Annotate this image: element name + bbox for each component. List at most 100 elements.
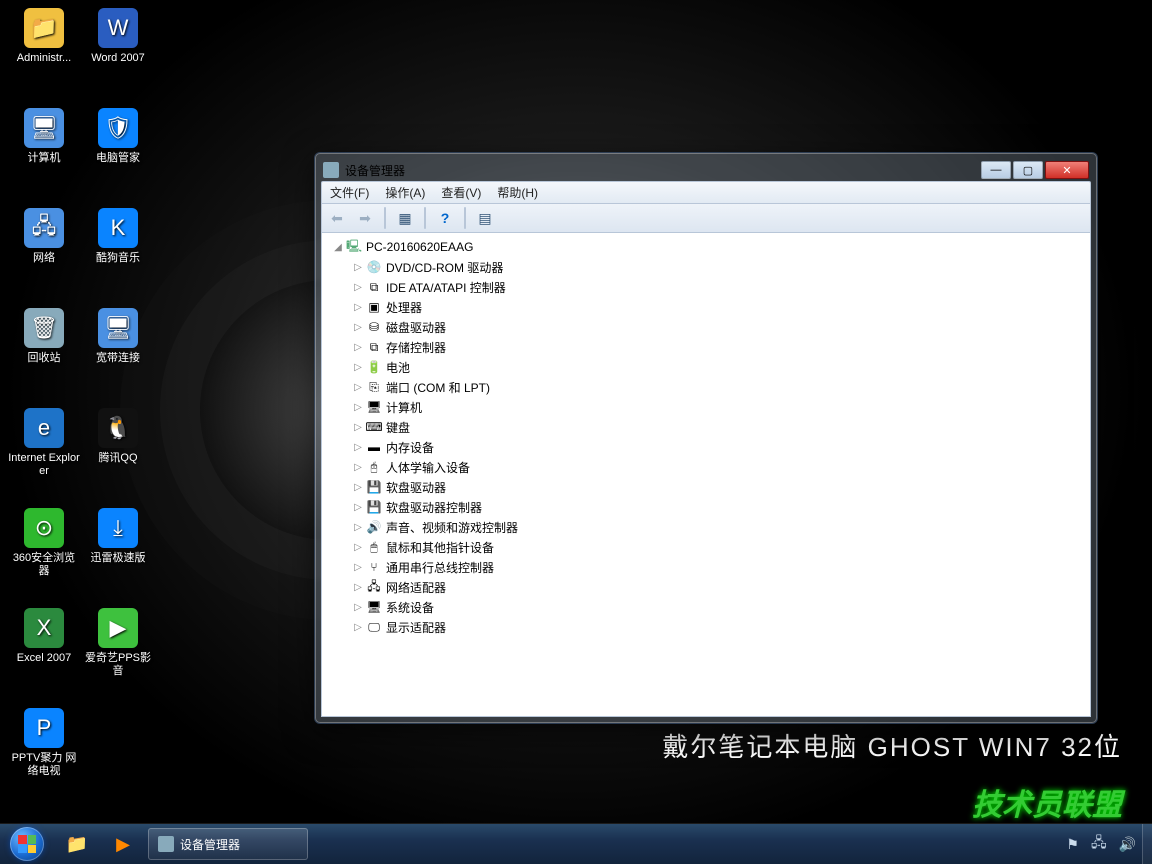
- icon-label: Excel 2007: [8, 652, 80, 665]
- tree-node-18[interactable]: ▷🖵显示适配器: [322, 617, 1090, 637]
- tree-node-11[interactable]: ▷💾软盘驱动器: [322, 477, 1090, 497]
- tree-node-13[interactable]: ▷🔊声音、视频和游戏控制器: [322, 517, 1090, 537]
- expand-icon[interactable]: ▷: [352, 282, 364, 293]
- device-icon: 🖧: [366, 579, 382, 595]
- close-button[interactable]: ✕: [1045, 161, 1089, 179]
- icon-label: Word 2007: [82, 52, 154, 65]
- expand-icon[interactable]: ▷: [352, 602, 364, 613]
- desktop-icon-thunder[interactable]: ⤓迅雷极速版: [82, 506, 154, 565]
- tree-node-8[interactable]: ▷⌨键盘: [322, 417, 1090, 437]
- desktop-icon-network[interactable]: 🖧 网络: [8, 206, 80, 265]
- desktop-icon-kugou[interactable]: K酷狗音乐: [82, 206, 154, 265]
- menu-item-1[interactable]: 操作(A): [377, 184, 433, 201]
- tree-node-0[interactable]: ▷💿DVD/CD-ROM 驱动器: [322, 257, 1090, 277]
- tree-node-4[interactable]: ▷⧉存储控制器: [322, 337, 1090, 357]
- expand-icon[interactable]: ▷: [352, 402, 364, 413]
- computer-icon: 🖥: [24, 108, 64, 148]
- pin-player[interactable]: ▶: [101, 828, 145, 860]
- tray-volume-icon[interactable]: 🔊: [1113, 836, 1142, 853]
- expand-icon[interactable]: ▷: [352, 562, 364, 573]
- menu-item-3[interactable]: 帮助(H): [489, 184, 546, 201]
- properties-button[interactable]: ▦: [394, 207, 416, 229]
- expand-icon[interactable]: ▷: [352, 622, 364, 633]
- desktop-icon-administrator[interactable]: 📁Administr...: [8, 6, 80, 65]
- expand-icon[interactable]: ▷: [352, 502, 364, 513]
- expand-icon[interactable]: ▷: [352, 342, 364, 353]
- expand-icon[interactable]: ▷: [352, 542, 364, 553]
- network-icon: 🖧: [24, 208, 64, 248]
- icon-label: 腾讯QQ: [82, 452, 154, 465]
- titlebar[interactable]: 设备管理器 — ▢ ✕: [321, 159, 1091, 181]
- icon-label: 迅雷极速版: [82, 552, 154, 565]
- node-label: 鼠标和其他指针设备: [386, 539, 494, 556]
- desktop-icon-word[interactable]: WWord 2007: [82, 6, 154, 65]
- menu-item-0[interactable]: 文件(F): [322, 184, 377, 201]
- node-label: 软盘驱动器控制器: [386, 499, 482, 516]
- show-desktop-button[interactable]: [1142, 824, 1152, 864]
- node-label: 网络适配器: [386, 579, 446, 596]
- pin-explorer[interactable]: 📁: [55, 828, 99, 860]
- desktop-icon-computer[interactable]: 🖥计算机: [8, 106, 80, 165]
- tree-node-9[interactable]: ▷▬内存设备: [322, 437, 1090, 457]
- tray-flag-icon[interactable]: ⚑: [1060, 836, 1085, 853]
- expand-icon[interactable]: ▷: [352, 382, 364, 393]
- node-label: 显示适配器: [386, 619, 446, 636]
- icon-label: Administr...: [8, 52, 80, 65]
- expand-icon[interactable]: ▷: [352, 522, 364, 533]
- desktop-icon-360se[interactable]: ⊙360安全浏览器: [8, 506, 80, 578]
- expand-icon[interactable]: ▷: [352, 582, 364, 593]
- tree-node-10[interactable]: ▷🖰人体学输入设备: [322, 457, 1090, 477]
- desktop-icon-iqiyi[interactable]: ▶爱奇艺PPS影音: [82, 606, 154, 678]
- expand-icon[interactable]: ▷: [352, 442, 364, 453]
- node-label: 声音、视频和游戏控制器: [386, 519, 518, 536]
- help-button[interactable]: ?: [434, 207, 456, 229]
- expand-icon[interactable]: ▷: [352, 302, 364, 313]
- tree-node-7[interactable]: ▷🖥计算机: [322, 397, 1090, 417]
- app-icon: [323, 162, 339, 178]
- desktop-icon-pptv[interactable]: PPPTV聚力 网络电视: [8, 706, 80, 778]
- computer-icon: 🖳: [346, 239, 362, 255]
- tree-root[interactable]: ◢🖳PC-20160620EAAG: [322, 237, 1090, 257]
- node-label: 人体学输入设备: [386, 459, 470, 476]
- expand-icon[interactable]: ▷: [352, 262, 364, 273]
- icon-label: 网络: [8, 252, 80, 265]
- scan-button[interactable]: ▤: [474, 207, 496, 229]
- tree-node-3[interactable]: ▷⛁磁盘驱动器: [322, 317, 1090, 337]
- recycle-icon: 🗑: [24, 308, 64, 348]
- icon-label: 宽带连接: [82, 352, 154, 365]
- tree-content[interactable]: ◢🖳PC-20160620EAAG▷💿DVD/CD-ROM 驱动器▷⧉IDE A…: [321, 233, 1091, 717]
- tree-node-6[interactable]: ▷⎘端口 (COM 和 LPT): [322, 377, 1090, 397]
- tree-node-16[interactable]: ▷🖧网络适配器: [322, 577, 1090, 597]
- device-icon: 🔊: [366, 519, 382, 535]
- expand-icon[interactable]: ▷: [352, 362, 364, 373]
- maximize-button[interactable]: ▢: [1013, 161, 1043, 179]
- tray-network-icon[interactable]: 🖧: [1085, 832, 1113, 856]
- desktop-icon-broadband[interactable]: 🖥宽带连接: [82, 306, 154, 365]
- desktop-icon-excel[interactable]: XExcel 2007: [8, 606, 80, 665]
- desktop-icon-ie[interactable]: eInternet Explorer: [8, 406, 80, 478]
- expand-icon[interactable]: ▷: [352, 322, 364, 333]
- start-button[interactable]: [0, 824, 54, 864]
- tree-node-5[interactable]: ▷🔋电池: [322, 357, 1090, 377]
- desktop-icon-qq[interactable]: 🐧腾讯QQ: [82, 406, 154, 465]
- menu-item-2[interactable]: 查看(V): [433, 184, 489, 201]
- device-icon: 🖵: [366, 619, 382, 635]
- tree-node-14[interactable]: ▷🖱鼠标和其他指针设备: [322, 537, 1090, 557]
- tree-node-1[interactable]: ▷⧉IDE ATA/ATAPI 控制器: [322, 277, 1090, 297]
- expand-icon[interactable]: ▷: [352, 462, 364, 473]
- expand-icon[interactable]: ▷: [352, 422, 364, 433]
- tree-node-17[interactable]: ▷🖥系统设备: [322, 597, 1090, 617]
- tree-node-2[interactable]: ▷▣处理器: [322, 297, 1090, 317]
- desktop-icon-pcmgr[interactable]: 🛡电脑管家: [82, 106, 154, 165]
- node-label: DVD/CD-ROM 驱动器: [386, 259, 503, 276]
- minimize-button[interactable]: —: [981, 161, 1011, 179]
- device-icon: ▬: [366, 439, 382, 455]
- tree-node-15[interactable]: ▷⑂通用串行总线控制器: [322, 557, 1090, 577]
- expand-icon[interactable]: ▷: [352, 482, 364, 493]
- device-icon: ⎘: [366, 379, 382, 395]
- collapse-icon[interactable]: ◢: [332, 242, 344, 253]
- taskbar-task-devicemgr[interactable]: 设备管理器: [148, 828, 308, 860]
- tree-node-12[interactable]: ▷💾软盘驱动器控制器: [322, 497, 1090, 517]
- desktop-icon-recycle[interactable]: 🗑回收站: [8, 306, 80, 365]
- icon-label: 爱奇艺PPS影音: [82, 652, 154, 678]
